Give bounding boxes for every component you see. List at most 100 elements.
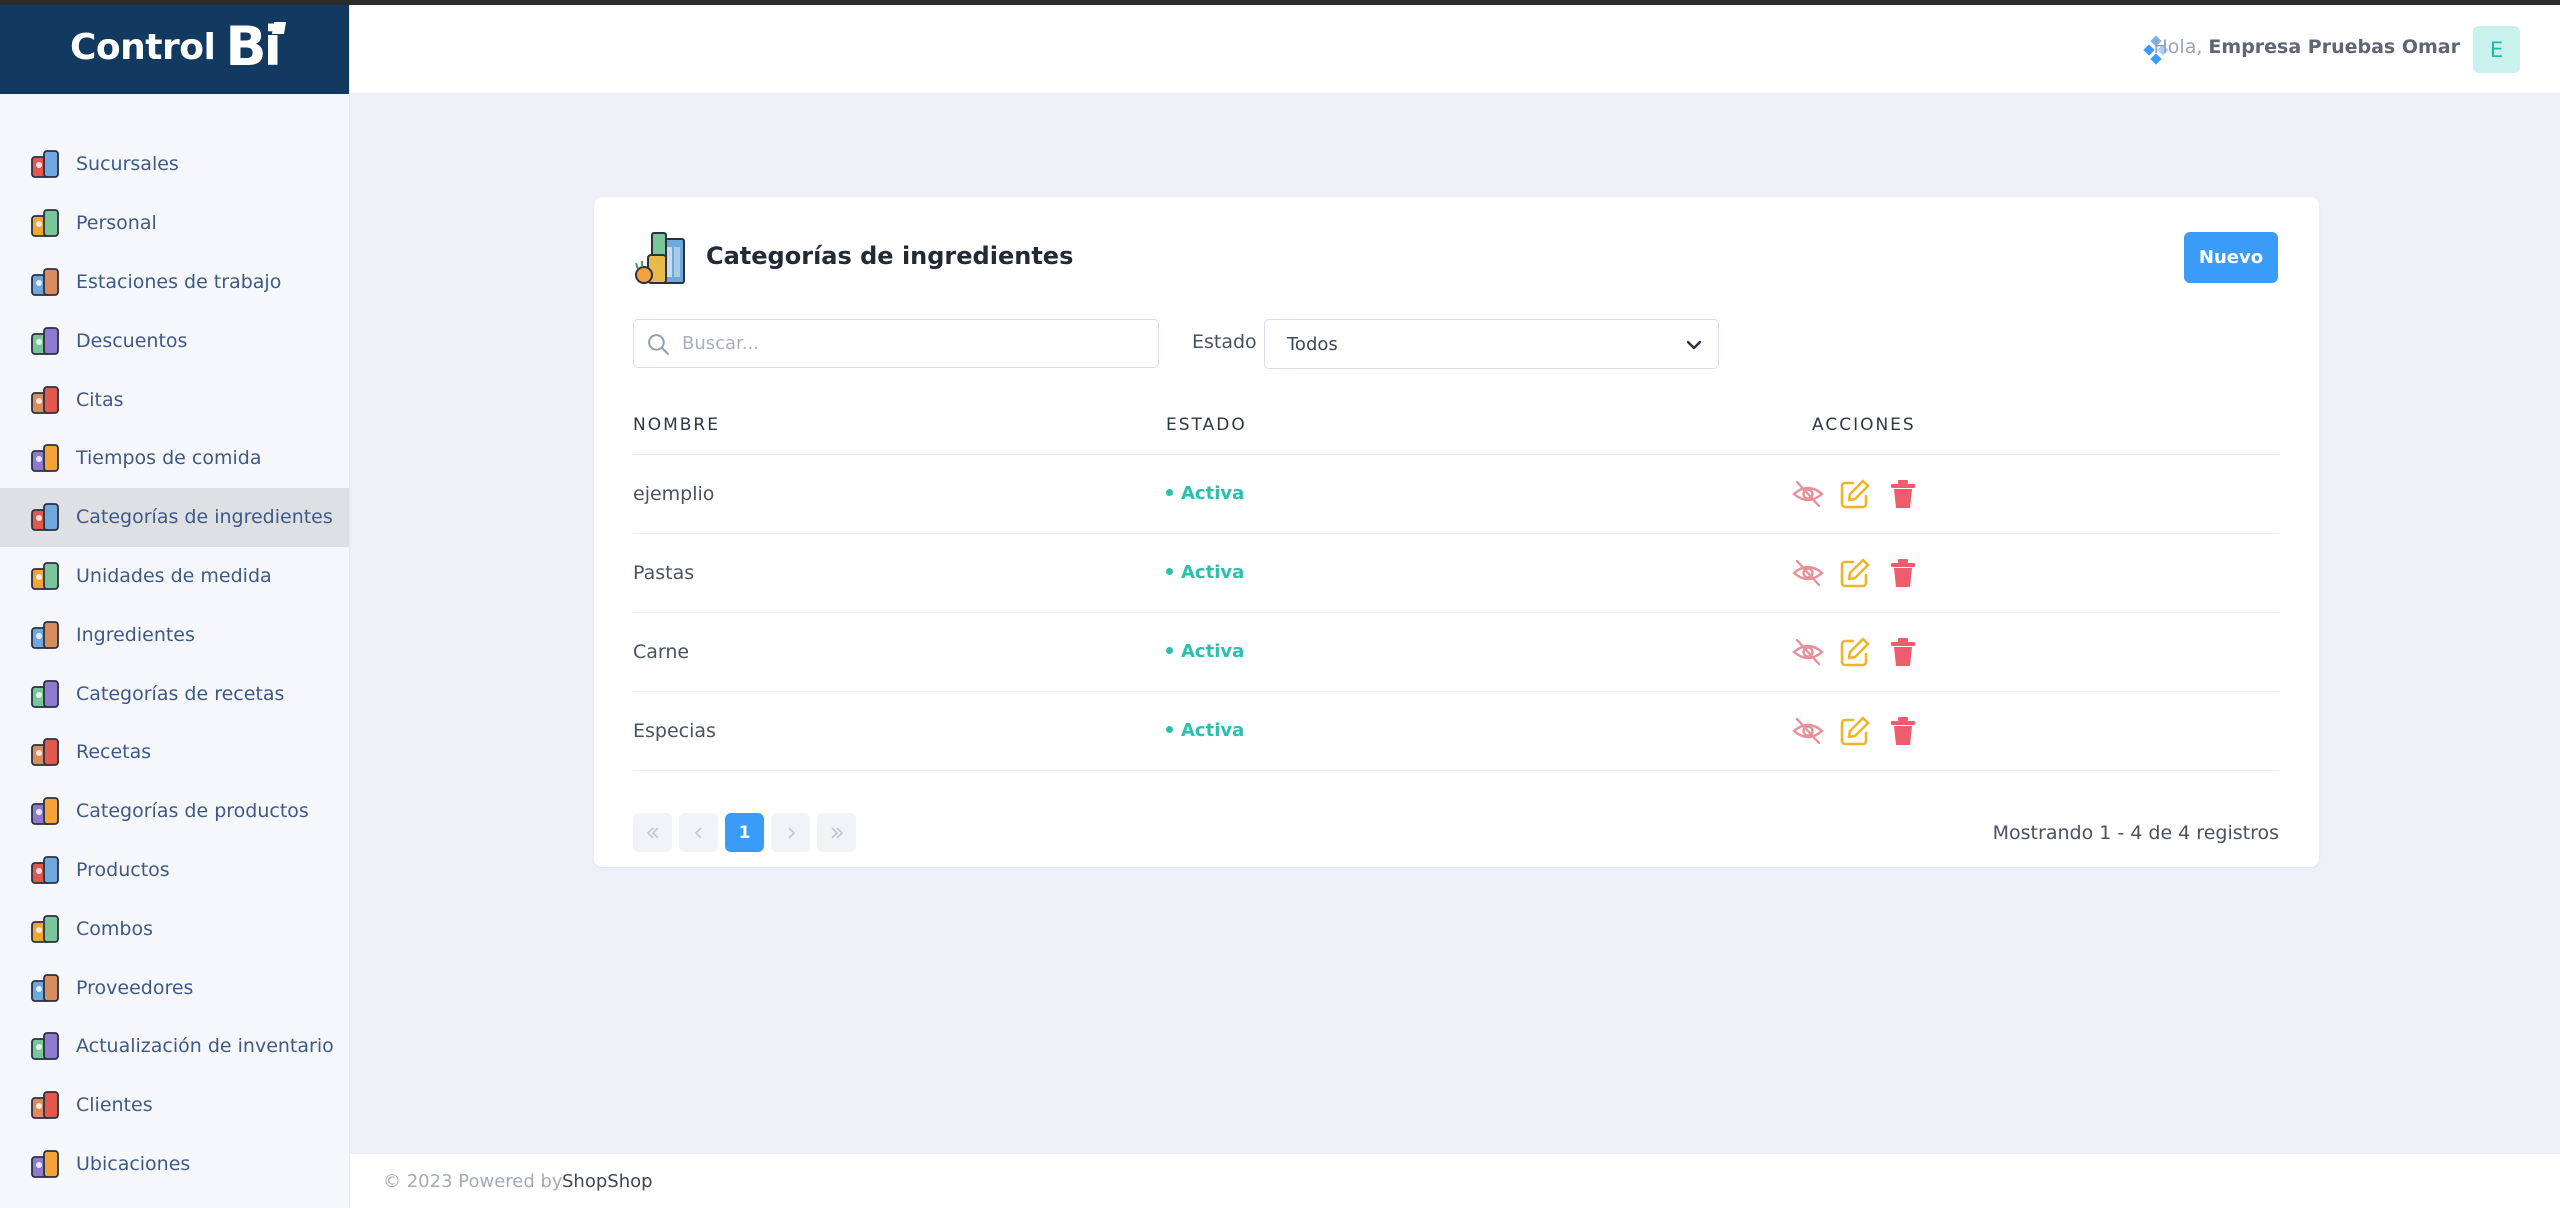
estado-label: Estado [1192,331,1257,353]
status-badge: Activa [1166,562,1244,583]
sidebar-item-label: Categorías de productos [76,800,309,823]
search-box [633,319,1159,368]
trash-icon[interactable] [1886,556,1920,590]
row-name: ejemplio [633,483,715,505]
sidebar-item-label: Ubicaciones [76,1152,191,1175]
sidebar-item-label: Proveedores [76,976,194,999]
edit-icon[interactable] [1838,556,1872,590]
sidebar-item-17[interactable]: Clientes [0,1076,349,1135]
sidebar: Control Bi Sucursales Personal Estaciones … [0,0,350,1208]
edit-icon[interactable] [1838,714,1872,748]
search-input[interactable] [682,320,1142,367]
records-count: Mostrando 1 - 4 de 4 registros [1992,822,2279,844]
double-chevron-right-icon [830,826,843,839]
top-border [0,0,2560,5]
ingredients-icon [31,620,59,649]
edit-icon[interactable] [1838,635,1872,669]
column-header-estado: ESTADO [1166,415,1247,435]
ingredients-category-icon [635,232,685,284]
sidebar-item-label: Citas [76,388,124,411]
prev-page-button[interactable] [679,813,718,852]
column-header-nombre: NOMBRE [633,415,720,435]
chevron-left-icon [694,826,702,839]
estado-select-value: Todos [1287,334,1338,355]
sidebar-item-4[interactable]: Descuentos [0,311,349,370]
sidebar-item-label: Clientes [76,1094,153,1117]
sidebar-item-label: Categorías de recetas [76,682,285,705]
sidebar-item-9[interactable]: Ingredientes [0,605,349,664]
sidebar-item-10[interactable]: Categorías de recetas [0,664,349,723]
sidebar-item-7[interactable]: Categorías de ingredientes [0,487,349,547]
first-page-button[interactable] [633,813,672,852]
sidebar-item-label: Categorías de ingredientes [76,506,333,529]
new-button[interactable]: Nuevo [2184,232,2278,283]
sidebar-item-label: Descuentos [76,329,188,352]
user-greeting: Hola, Empresa Pruebas Omar [2154,36,2461,58]
products-icon [31,856,59,884]
sidebar-item-1[interactable]: Sucursales [0,135,349,194]
footer-link[interactable]: ShopShop [562,1171,653,1192]
eye-off-icon[interactable] [1791,477,1825,511]
workstation-icon [31,268,59,296]
row-name: Pastas [633,562,695,584]
row-name: Carne [633,641,690,663]
table-row: Especias Activa [633,692,2279,771]
chevron-down-icon [1686,340,1702,350]
trash-icon[interactable] [1886,635,1920,669]
sidebar-item-16[interactable]: Actualización de inventario [0,1017,349,1076]
eye-off-icon[interactable] [1791,556,1825,590]
content-card: Categorías de ingredientes Nuevo Estado … [594,197,2319,867]
chevron-right-icon [787,826,795,839]
sidebar-item-6[interactable]: Tiempos de comida [0,429,349,488]
sidebar-item-label: Tiempos de comida [76,447,262,470]
footer-text: © 2023 Powered by [383,1171,563,1192]
sidebar-item-5[interactable]: Citas [0,370,349,429]
sidebar-nav: Sucursales Personal Estaciones de trabajo D… [0,94,349,1193]
recipe-book-icon [31,679,59,708]
eye-off-icon[interactable] [1791,635,1825,669]
status-badge: Activa [1166,483,1244,504]
edit-icon[interactable] [1838,477,1872,511]
calendar-icon [31,385,59,414]
next-page-button[interactable] [771,813,810,852]
trash-icon[interactable] [1886,477,1920,511]
page-1-button[interactable]: 1 [725,813,764,852]
people-icon [31,209,59,238]
measure-icon [31,562,59,590]
avatar[interactable]: E [2473,26,2520,73]
last-page-button[interactable] [817,813,856,852]
sidebar-item-13[interactable]: Productos [0,841,349,900]
sidebar-item-3[interactable]: Estaciones de trabajo [0,253,349,312]
double-chevron-left-icon [646,826,659,839]
brand-text: Control [70,26,216,68]
brand-accent: Bi [225,15,282,78]
estado-select[interactable]: Todos [1264,319,1719,369]
sidebar-item-12[interactable]: Categorías de productos [0,782,349,841]
discount-icon [31,326,59,355]
sidebar-item-11[interactable]: Recetas [0,723,349,782]
inventory-icon [31,1032,59,1061]
trash-icon[interactable] [1886,714,1920,748]
products-category-icon [31,797,59,826]
sidebar-item-18[interactable]: Ubicaciones [0,1135,349,1194]
brand-logo[interactable]: Control Bi [0,0,349,94]
status-badge: Activa [1166,641,1244,662]
combo-icon [31,914,59,943]
table-row: ejemplio Activa [633,455,2279,534]
footer: © 2023 Powered by ShopShop [350,1154,2560,1208]
sidebar-item-14[interactable]: Combos [0,899,349,958]
user-name: Empresa Pruebas Omar [2208,36,2460,58]
meal-time-icon [31,444,59,473]
sidebar-item-8[interactable]: Unidades de medida [0,547,349,606]
top-header: Hola, Empresa Pruebas Omar E [350,5,2560,93]
sidebar-item-label: Personal [76,212,157,235]
sidebar-item-label: Productos [76,858,170,881]
sidebar-item-15[interactable]: Proveedores [0,958,349,1017]
sidebar-item-2[interactable]: Personal [0,194,349,253]
row-name: Especias [633,720,716,742]
status-badge: Activa [1166,720,1244,741]
page-title: Categorías de ingredientes [706,242,1074,270]
location-icon [31,1150,59,1178]
eye-off-icon[interactable] [1791,714,1825,748]
table-row: Carne Activa [633,613,2279,692]
